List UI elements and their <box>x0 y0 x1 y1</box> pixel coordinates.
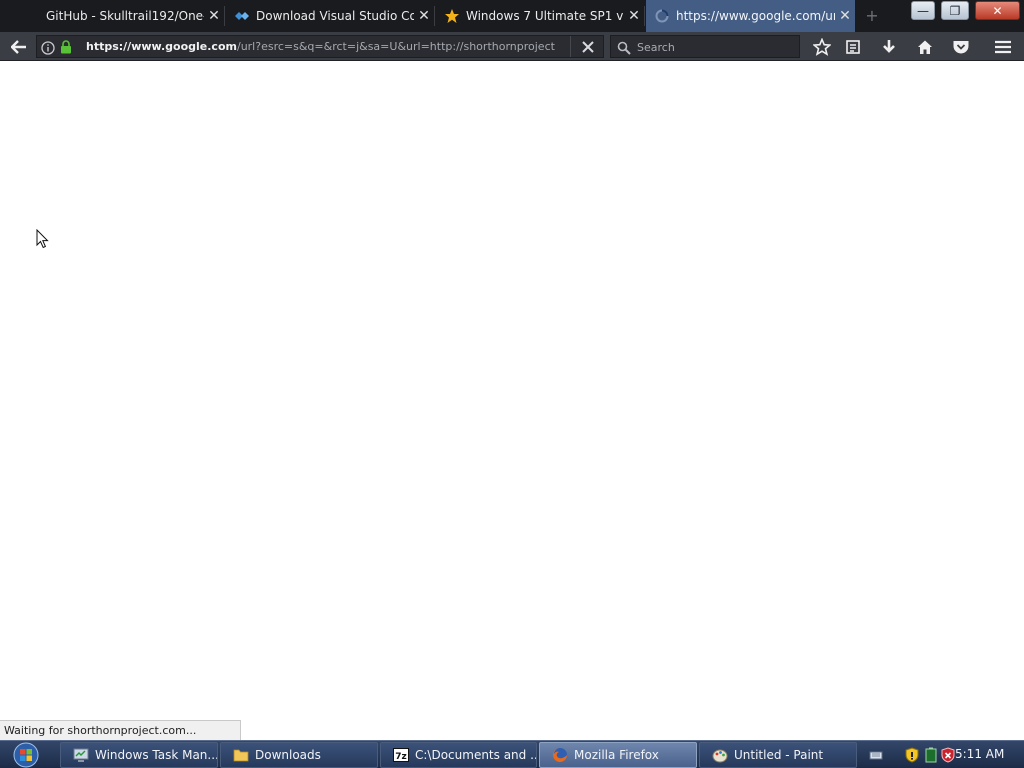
tab-separator <box>434 6 435 26</box>
loading-spinner-icon <box>654 8 670 24</box>
tab-title: Download Visual Studio Code <box>256 9 414 23</box>
taskbar-item-downloads[interactable]: Downloads <box>220 742 378 768</box>
start-button[interactable] <box>6 742 46 768</box>
battery-icon[interactable] <box>923 747 939 763</box>
tab-close-icon[interactable]: ✕ <box>835 8 855 24</box>
close-window-button[interactable]: ✕ <box>975 1 1020 20</box>
home-button[interactable] <box>914 36 936 58</box>
taskbar-item-label: Downloads <box>255 748 321 762</box>
new-tab-button[interactable]: + <box>862 6 882 26</box>
back-arrow-icon <box>11 40 26 54</box>
download-arrow-icon <box>883 40 895 53</box>
url-bar-divider <box>570 36 571 57</box>
status-bar: Waiting for shorthornproject.com... <box>0 720 241 740</box>
taskbar-item-task-manager[interactable]: Windows Task Man... <box>60 742 218 768</box>
tab-strip: GitHub - Skulltrail192/One-Co ✕ Download… <box>0 0 1024 32</box>
visual-studio-code-icon <box>234 8 250 24</box>
task-manager-icon <box>73 747 89 763</box>
tab-close-icon[interactable]: ✕ <box>204 8 224 24</box>
star-outline-icon <box>813 38 831 56</box>
tab-close-icon[interactable]: ✕ <box>414 8 434 24</box>
hamburger-menu-icon <box>995 40 1011 54</box>
antivirus-shield-icon[interactable] <box>940 747 956 763</box>
minimize-button[interactable]: — <box>911 1 935 20</box>
bookmark-star-button[interactable] <box>811 36 833 58</box>
url-text[interactable]: https://www.google.com/url?esrc=s&q=&rct… <box>86 40 556 53</box>
restore-button[interactable]: ❐ <box>941 1 969 20</box>
firefox-icon <box>552 747 568 763</box>
lock-icon[interactable] <box>60 39 72 58</box>
keyboard-layout-icon[interactable] <box>868 747 884 763</box>
tab-separator <box>644 6 645 26</box>
reading-list-button[interactable] <box>842 36 864 58</box>
bookmarks-list-icon <box>846 40 860 54</box>
7zip-icon: 7z <box>393 747 409 763</box>
security-shield-icon[interactable] <box>904 747 920 763</box>
tab-github[interactable]: GitHub - Skulltrail192/One-Co ✕ <box>0 0 224 32</box>
taskbar-item-paint[interactable]: Untitled - Paint <box>699 742 857 768</box>
url-path: /url?esrc=s&q=&rct=j&sa=U&url=http://sho… <box>236 40 556 53</box>
page-content <box>0 62 1024 720</box>
paint-icon <box>712 747 728 763</box>
tab-windows-7-ultimate[interactable]: Windows 7 Ultimate SP1 v6.1. ✕ <box>436 0 644 32</box>
taskbar-item-firefox[interactable]: Mozilla Firefox <box>539 742 697 768</box>
tab-close-icon[interactable]: ✕ <box>624 8 644 24</box>
tab-visual-studio-code[interactable]: Download Visual Studio Code ✕ <box>226 0 434 32</box>
tab-google-redirect[interactable]: https://www.google.com/url? ✕ <box>646 0 855 32</box>
tab-separator <box>224 6 225 26</box>
url-bar[interactable]: https://www.google.com/url?esrc=s&q=&rct… <box>36 35 604 58</box>
open-menu-button[interactable] <box>992 36 1014 58</box>
windows-taskbar: Windows Task Man... Downloads 7z C:\Docu… <box>0 740 1024 768</box>
home-icon <box>918 40 932 54</box>
navigation-toolbar: https://www.google.com/url?esrc=s&q=&rct… <box>0 32 1024 61</box>
search-bar[interactable] <box>610 35 800 58</box>
url-host: https://www.google.com <box>86 40 237 53</box>
stop-loading-icon[interactable] <box>581 39 595 58</box>
svg-text:7z: 7z <box>395 752 407 762</box>
taskbar-item-label: Mozilla Firefox <box>574 748 659 762</box>
downloads-button[interactable] <box>878 36 900 58</box>
taskbar-item-label: C:\Documents and ... <box>415 748 537 762</box>
mouse-cursor-icon <box>36 228 50 249</box>
back-button[interactable] <box>8 36 30 58</box>
pocket-icon <box>953 41 969 54</box>
windows-logo-icon <box>13 742 39 768</box>
search-input[interactable] <box>637 39 787 55</box>
taskbar-item-label: Windows Task Man... <box>95 748 218 762</box>
taskbar-item-7zip[interactable]: 7z C:\Documents and ... <box>380 742 537 768</box>
pocket-button[interactable] <box>950 36 972 58</box>
tab-title: GitHub - Skulltrail192/One-Co <box>46 9 204 23</box>
tab-title: Windows 7 Ultimate SP1 v6.1. <box>466 9 624 23</box>
folder-icon <box>233 747 249 763</box>
system-clock[interactable]: 5:11 AM <box>955 747 1004 761</box>
info-icon[interactable] <box>41 40 55 59</box>
search-icon <box>617 40 631 59</box>
taskbar-item-label: Untitled - Paint <box>734 748 824 762</box>
star-icon <box>444 8 460 24</box>
tab-title: https://www.google.com/url? <box>676 9 835 23</box>
